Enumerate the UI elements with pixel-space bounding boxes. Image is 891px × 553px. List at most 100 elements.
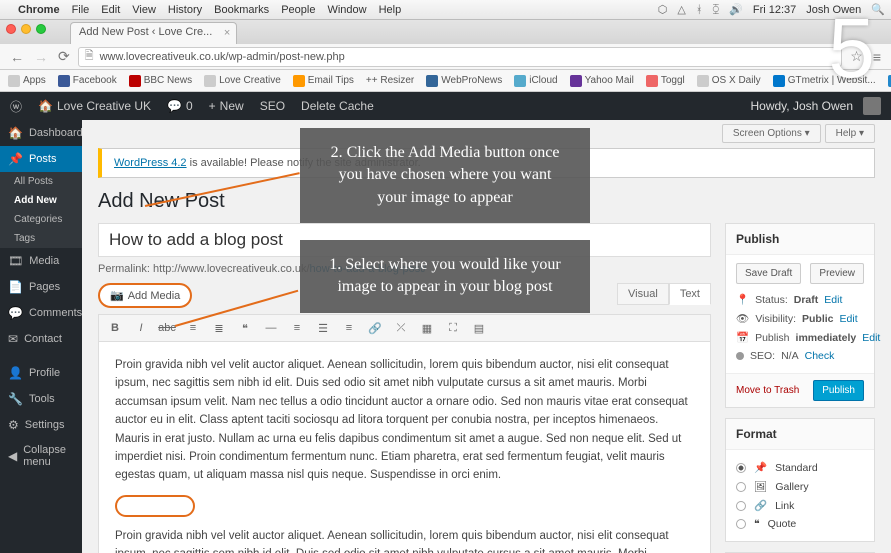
help-toggle[interactable]: Help ▾ [825,124,875,143]
volume-icon[interactable]: 🔊 [729,3,743,16]
edit-visibility-link[interactable]: Edit [840,313,858,325]
tb-more[interactable]: ▦ [417,319,437,337]
window-zoom-button[interactable] [36,24,46,34]
sidebar-item-pages[interactable]: 📄Pages [0,274,82,300]
app-name[interactable]: Chrome [18,4,60,16]
move-to-trash-link[interactable]: Move to Trash [736,385,799,396]
bm-item[interactable]: WebProNews [426,75,502,87]
menu-history[interactable]: History [168,4,202,16]
tb-ol[interactable]: ≣ [209,319,229,337]
save-draft-button[interactable]: Save Draft [736,263,801,284]
gdrive-icon[interactable]: △ [677,3,685,16]
bluetooth-icon[interactable]: ᚼ [696,4,703,16]
sidebar-sub-tags[interactable]: Tags [0,229,82,248]
editor-content[interactable]: Proin gravida nibh vel velit auctor aliq… [98,342,711,553]
bm-item[interactable]: iCloud [514,75,557,87]
sidebar-sub-categories[interactable]: Categories [0,210,82,229]
bm-item[interactable]: BBC News [129,75,192,87]
menu-window[interactable]: Window [327,4,366,16]
chrome-tab-strip: Add New Post ‹ Love Cre... × [0,20,891,44]
dropbox-icon[interactable]: ⬡ [658,3,668,16]
bm-apps[interactable]: Apps [8,75,46,87]
edit-schedule-link[interactable]: Edit [862,332,880,344]
update-link[interactable]: WordPress 4.2 [114,157,187,169]
preview-button[interactable]: Preview [810,263,864,284]
tb-unlink[interactable]: ⤫ [391,319,411,337]
edit-status-link[interactable]: Edit [824,294,842,306]
sidebar-item-profile[interactable]: 👤Profile [0,360,82,386]
sidebar-item-media[interactable]: 🎞Media [0,248,82,274]
add-media-button[interactable]: 📷 Add Media [98,283,192,308]
wp-new-link[interactable]: + New [209,99,244,113]
bm-item[interactable]: ++ Resizer [366,75,414,86]
bm-item[interactable]: OS X Daily [697,75,761,87]
sidebar-item-settings[interactable]: ⚙Settings [0,412,82,438]
tb-link[interactable]: 🔗 [365,319,385,337]
dashboard-icon: 🏠 [8,126,23,140]
sidebar-item-dashboard[interactable]: 🏠Dashboard [0,120,82,146]
sidebar-sub-add-new[interactable]: Add New [0,191,82,210]
sidebar-sub-all-posts[interactable]: All Posts [0,172,82,191]
menu-clock[interactable]: Fri 12:37 [753,4,796,16]
tab-close-icon[interactable]: × [224,27,230,39]
sidebar-item-comments[interactable]: 💬Comments [0,300,82,326]
sidebar-item-tools[interactable]: 🔧Tools [0,386,82,412]
tb-quote[interactable]: ❝ [235,319,255,337]
menu-help[interactable]: Help [379,4,402,16]
wp-site-link[interactable]: 🏠 Love Creative UK [38,99,151,113]
menu-view[interactable]: View [132,4,156,16]
window-close-button[interactable] [6,24,16,34]
mac-menu-bar: Chrome File Edit View History Bookmarks … [0,0,891,20]
bm-item[interactable]: Facebook [58,75,117,87]
tb-fullscreen[interactable]: ⛶ [443,319,463,337]
publish-button[interactable]: Publish [813,380,864,401]
editor-tab-text[interactable]: Text [669,283,711,305]
screen-options-toggle[interactable]: Screen Options ▾ [722,124,821,143]
tb-align-center[interactable]: ☰ [313,319,333,337]
format-title: Format [726,419,874,450]
chrome-toolbar: ← → ⟳ 🗎 www.lovecreativeuk.co.uk/wp-admi… [0,44,891,70]
tb-toggle[interactable]: ▤ [469,319,489,337]
bm-item[interactable]: Toggl [646,75,685,87]
bm-item[interactable]: Email Tips [293,75,354,87]
page-icon: 📄 [8,280,23,294]
wp-comments-link[interactable]: 💬 0 [167,99,193,113]
format-quote[interactable]: ❝Quote [736,515,864,533]
menu-file[interactable]: File [72,4,90,16]
seo-check-link[interactable]: Check [805,350,835,362]
sidebar-item-contact[interactable]: ✉Contact [0,326,82,352]
menu-edit[interactable]: Edit [101,4,120,16]
window-minimize-button[interactable] [21,24,31,34]
tb-strike[interactable]: abc [157,319,177,337]
editor-tab-visual[interactable]: Visual [617,283,669,305]
tb-hr[interactable]: — [261,319,281,337]
wp-logo-icon[interactable]: ⓦ [10,98,22,115]
tb-bold[interactable]: B [105,319,125,337]
wp-howdy[interactable]: Howdy, Josh Owen [751,99,854,113]
tb-italic[interactable]: I [131,319,151,337]
collapse-icon: ◀ [8,449,17,463]
menu-bookmarks[interactable]: Bookmarks [214,4,269,16]
address-bar[interactable]: 🗎 www.lovecreativeuk.co.uk/wp-admin/post… [78,47,843,67]
eye-icon: 👁 [736,312,749,325]
wp-seo-link[interactable]: SEO [260,99,285,113]
browser-tab[interactable]: Add New Post ‹ Love Cre... × [70,22,237,44]
page-icon: 🗎 [85,47,94,66]
format-standard[interactable]: 📌Standard [736,458,864,477]
bm-item[interactable]: Yahoo Mail [570,75,634,87]
seo-dot-icon [736,352,744,360]
wp-cache-link[interactable]: Delete Cache [301,99,374,113]
sidebar-collapse[interactable]: ◀Collapse menu [0,438,82,474]
forward-button: → [32,49,50,65]
menu-people[interactable]: People [281,4,315,16]
format-gallery[interactable]: 🖼Gallery [736,477,864,496]
bm-item[interactable]: Love Creative [204,75,281,87]
wifi-icon[interactable]: ⧲ [712,3,719,16]
back-button[interactable]: ← [8,49,26,65]
tb-align-right[interactable]: ≡ [339,319,359,337]
avatar[interactable] [863,97,881,115]
reload-button[interactable]: ⟳ [56,48,72,65]
tb-align-left[interactable]: ≡ [287,319,307,337]
format-link[interactable]: 🔗Link [736,496,864,515]
sidebar-item-posts[interactable]: 📌Posts [0,146,82,172]
